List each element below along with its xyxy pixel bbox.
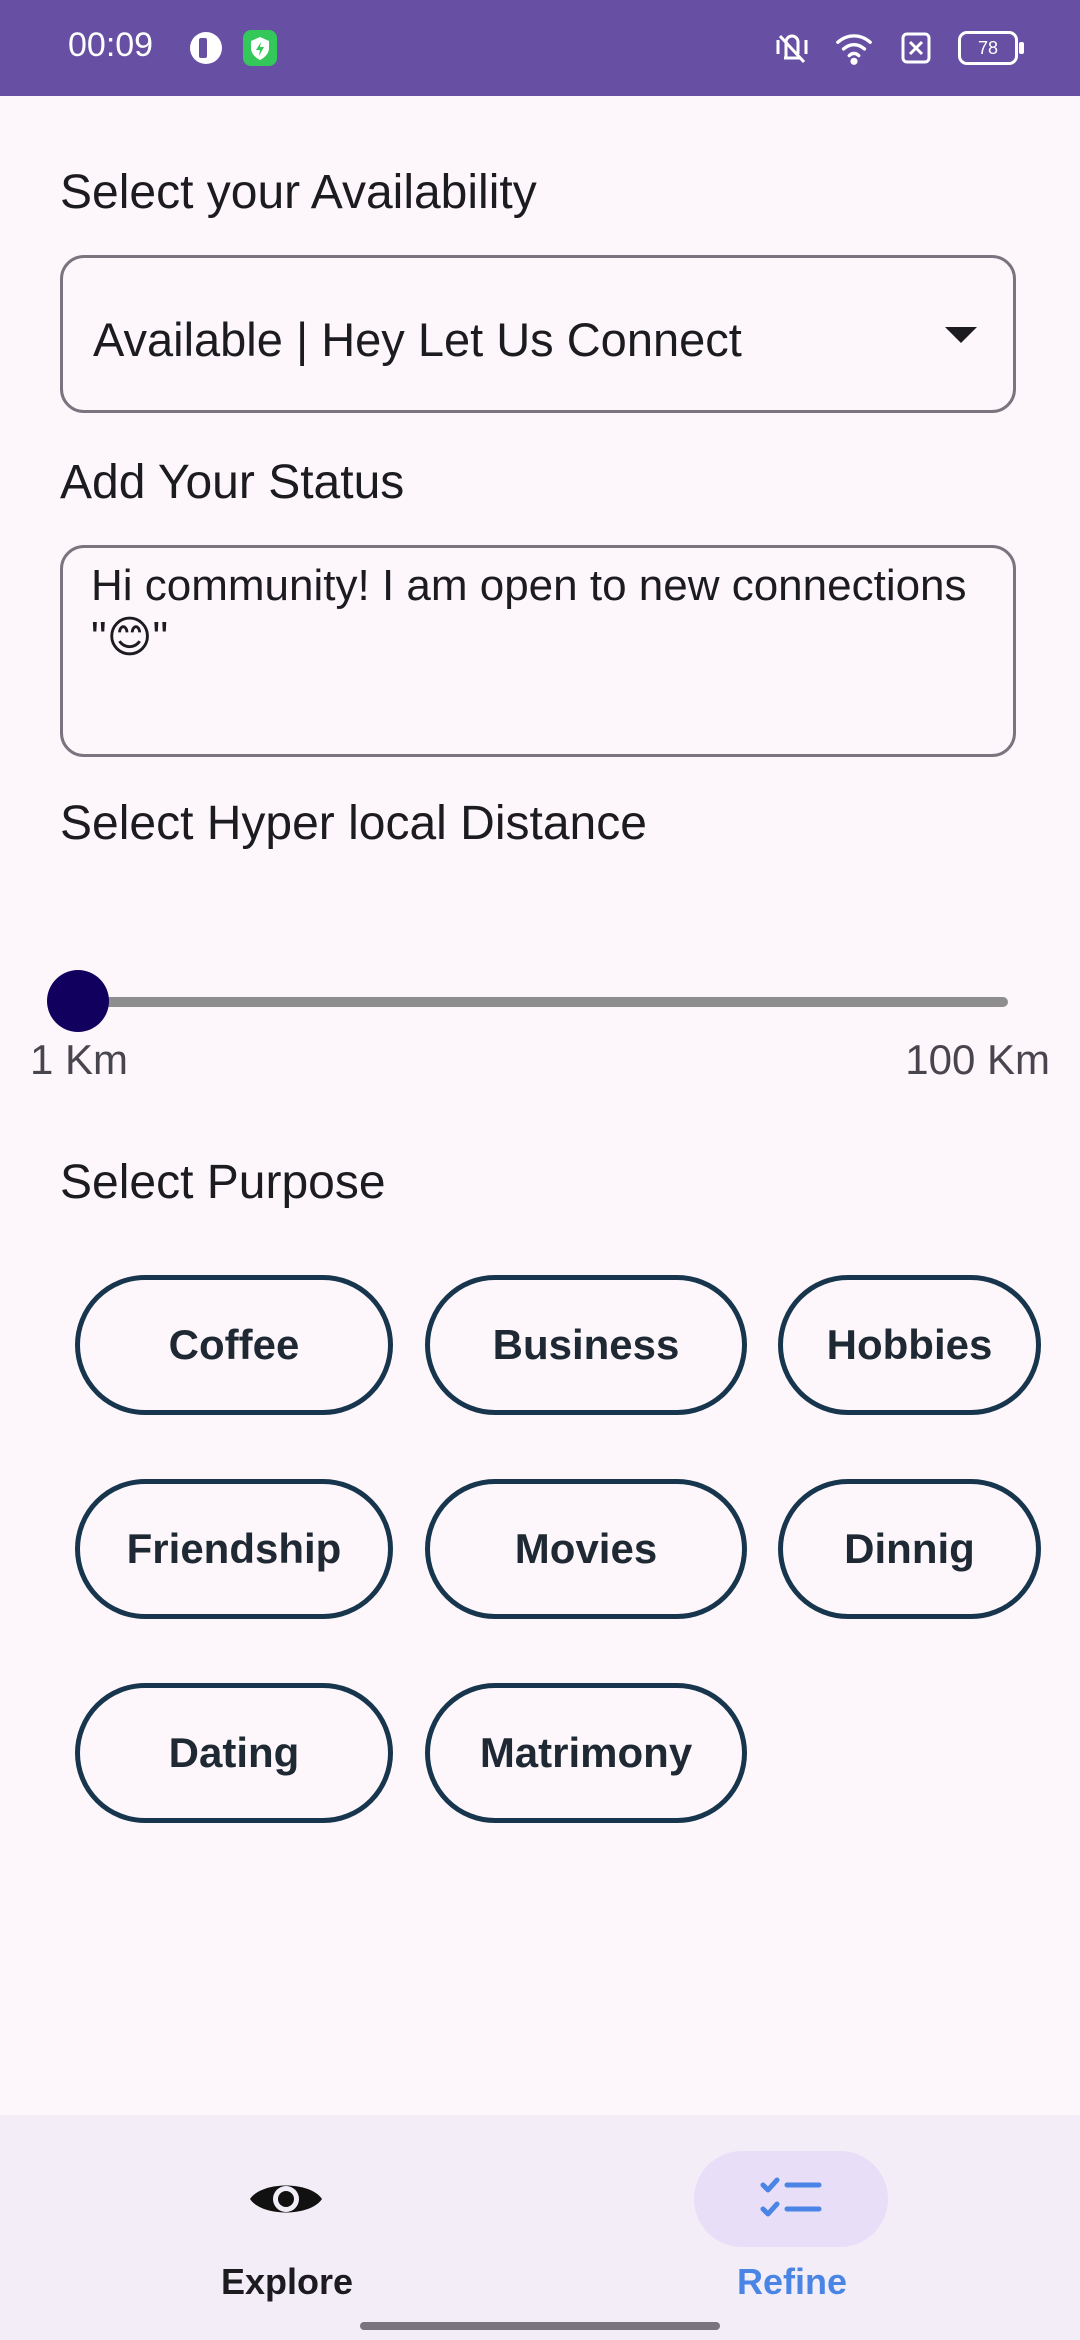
availability-label: Select your Availability [60, 166, 537, 219]
distance-min-label: 1 Km [30, 1036, 129, 1083]
status-label: Add Your Status [60, 456, 405, 509]
shield-notification-icon [243, 30, 277, 66]
purpose-label: Select Purpose [60, 1156, 386, 1209]
distance-slider-track[interactable] [78, 997, 1008, 1007]
nav-label-refine: Refine [736, 2261, 848, 2302]
purpose-chip-hobbies[interactable]: Hobbies [778, 1275, 1041, 1415]
distance-slider-thumb[interactable] [47, 970, 109, 1032]
eye-icon [241, 2169, 331, 2229]
vibrate-off-icon [772, 28, 812, 68]
distance-label: Select Hyper local Distance [60, 797, 647, 850]
status-bar: 00:09 78 [0, 0, 1080, 96]
purpose-chip-dinnig[interactable]: Dinnig [778, 1479, 1041, 1619]
dropdown-arrow-icon [945, 327, 977, 343]
availability-value: Available | Hey Let Us Connect [93, 313, 742, 366]
sim-off-icon [896, 28, 936, 68]
battery-icon: 78 [958, 31, 1024, 65]
nav-label-explore: Explore [220, 2261, 354, 2302]
status-text: Hi community! I am open to new connectio… [91, 561, 967, 662]
nav-item-explore[interactable]: Explore [157, 2115, 417, 2340]
status-time: 00:09 [68, 26, 154, 64]
gesture-bar [360, 2322, 720, 2330]
availability-dropdown[interactable]: Available | Hey Let Us Connect [60, 255, 1016, 413]
purpose-chip-dating[interactable]: Dating [75, 1683, 393, 1823]
nav-item-refine[interactable]: Refine [662, 2115, 922, 2340]
purpose-chip-matrimony[interactable]: Matrimony [425, 1683, 747, 1823]
distance-max-label: 100 Km [905, 1036, 1050, 1083]
app-notification-icon [190, 32, 222, 64]
bottom-navigation: Explore Refine [0, 2115, 1080, 2340]
purpose-chip-coffee[interactable]: Coffee [75, 1275, 393, 1415]
wifi-icon [834, 28, 874, 68]
checklist-icon [746, 2169, 836, 2229]
status-input[interactable]: Hi community! I am open to new connectio… [60, 545, 1016, 757]
purpose-chip-friendship[interactable]: Friendship [75, 1479, 393, 1619]
purpose-chip-business[interactable]: Business [425, 1275, 747, 1415]
purpose-chip-movies[interactable]: Movies [425, 1479, 747, 1619]
